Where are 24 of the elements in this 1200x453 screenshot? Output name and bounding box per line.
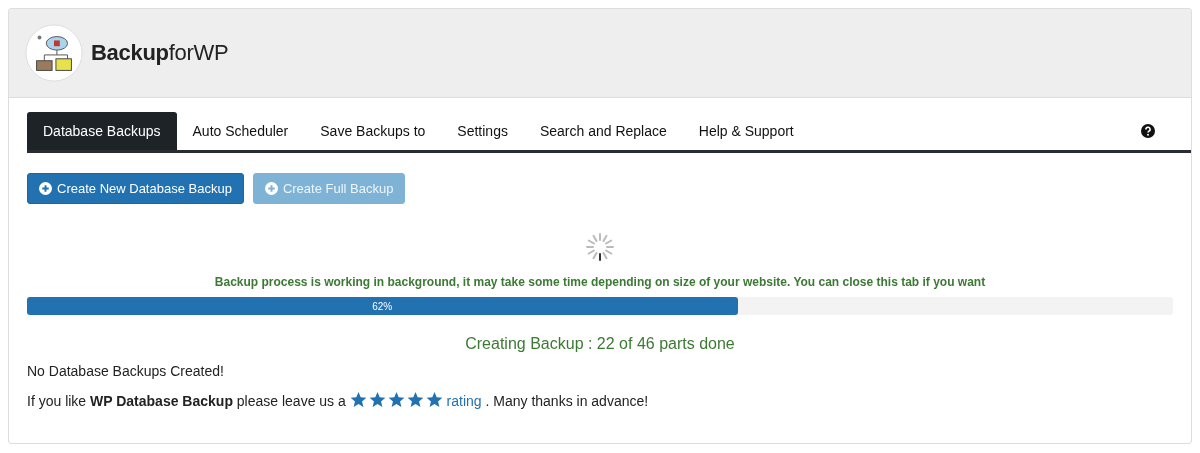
- empty-message: No Database Backups Created!: [27, 363, 225, 379]
- logo-icon: [25, 24, 83, 82]
- star-icon: [368, 391, 386, 408]
- logo-text: BackupforWP: [91, 40, 229, 66]
- rating-link[interactable]: rating: [349, 393, 482, 409]
- tab[interactable]: Database Backups: [27, 112, 177, 150]
- progress-percent: 62%: [372, 300, 393, 312]
- help-icon: [1141, 124, 1155, 138]
- star-icon: [406, 391, 424, 408]
- star-icon: [349, 391, 367, 408]
- tab[interactable]: Search and Replace: [523, 112, 683, 150]
- tab[interactable]: Auto Scheduler: [176, 112, 305, 150]
- progress-status: Creating Backup : 22 of 46 parts done: [464, 335, 736, 353]
- create-backup-button[interactable]: Create New Database Backup: [27, 173, 244, 204]
- tab[interactable]: Help & Support: [682, 112, 810, 150]
- loading-spinner-icon: [584, 231, 616, 263]
- rating-note: If you like WP Database Backup please leave us a rating . Many thanks in advance!: [27, 391, 650, 409]
- plus-icon: [39, 182, 52, 195]
- plus-icon: [264, 182, 278, 195]
- tab[interactable]: Save Backups to: [304, 112, 442, 150]
- star-icon: [425, 391, 443, 408]
- progress-message: Backup process is working in background, it may take some time depending on size of your website. You can close this tab if you want: [213, 275, 987, 289]
- tab[interactable]: Settings: [441, 112, 524, 150]
- star-icon: [387, 391, 405, 408]
